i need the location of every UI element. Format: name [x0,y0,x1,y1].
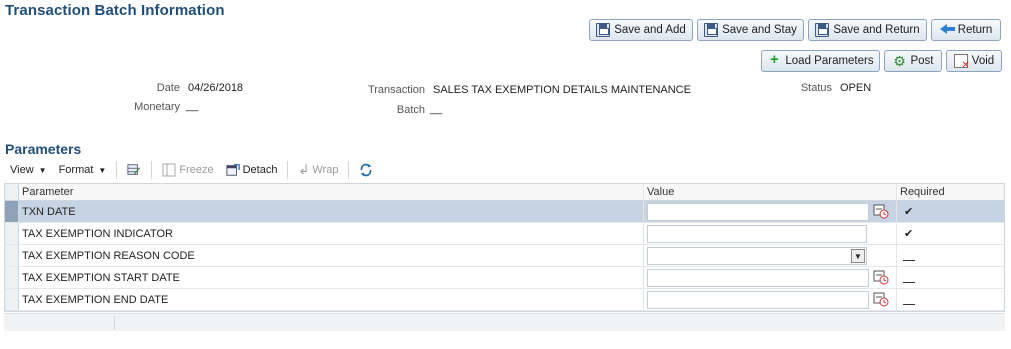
tax-exemption-start-date-input[interactable] [647,268,869,287]
return-arrow-icon [939,23,955,37]
required-check-icon: ✔ [904,206,914,218]
save-icon [596,23,611,37]
column-header-parameter[interactable]: Parameter [19,184,644,200]
table-row[interactable]: TAX EXEMPTION INDICATOR ✔ [5,223,1004,245]
row-selector[interactable] [5,223,19,244]
toolbar-divider [116,161,118,179]
row-selector[interactable] [5,201,19,222]
calendar-icon[interactable] [873,291,889,307]
freeze-icon [162,163,176,177]
chevron-down-icon[interactable]: ▼ [851,248,865,263]
parameters-grid: Parameter Value Required TXN DATE ✔ TAX … [4,183,1005,312]
page-title: Transaction Batch Information [5,2,225,19]
parameter-name: TAX EXEMPTION START DATE [19,267,644,288]
table-row[interactable]: TAX EXEMPTION END DATE [5,289,1004,311]
parameter-name: TAX EXEMPTION INDICATOR [19,223,644,244]
format-menu[interactable]: Format ▼ [53,160,113,180]
column-header-value[interactable]: Value [644,184,897,200]
calendar-icon[interactable] [873,203,889,219]
row-selector[interactable] [5,267,19,288]
void-button[interactable]: Void [946,50,1002,72]
save-and-stay-button[interactable]: Save and Stay [697,19,804,41]
date-label: Date [156,82,180,94]
tax-exemption-indicator-input[interactable] [647,224,867,243]
toolbar-divider [348,161,350,179]
save-and-add-button[interactable]: Save and Add [589,19,693,41]
freeze-button[interactable]: Freeze [156,160,219,180]
void-icon [953,54,970,71]
toolbar-divider [151,161,153,179]
save-icon [704,23,719,37]
row-selector[interactable] [5,245,19,266]
refresh-button[interactable] [353,160,379,180]
grid-footer [4,313,1005,331]
plus-icon: + [770,51,779,68]
load-parameters-button[interactable]: + Load Parameters [761,50,880,72]
not-required-dash [903,304,915,305]
table-row[interactable]: TXN DATE ✔ [5,201,1004,223]
monetary-label: Monetary [134,101,180,113]
batch-label: Batch [396,104,425,116]
caret-down-icon: ▼ [98,165,107,175]
detach-button[interactable]: Detach [220,160,284,180]
edit-grid-icon [127,164,141,175]
caret-down-icon: ▼ [38,165,47,175]
wrap-icon: ↲ [298,162,310,177]
status-label: Status [800,82,832,94]
parameters-title: Parameters [5,141,82,157]
monetary-value: __ [186,100,199,112]
grid-header: Parameter Value Required [5,184,1004,201]
refresh-icon [361,163,372,177]
transaction-label: Transaction [367,84,425,96]
required-check-icon: ✔ [904,228,914,240]
save-and-return-button[interactable]: Save and Return [808,19,927,41]
transaction-value: SALES TAX EXEMPTION DETAILS MAINTENANCE [433,84,691,96]
not-required-dash [903,282,915,283]
post-button[interactable]: ⚙ Post [884,50,942,72]
tax-exemption-end-date-input[interactable] [647,290,869,309]
batch-value: __ [430,103,443,115]
footer-divider [114,316,115,330]
table-row[interactable]: TAX EXEMPTION START DATE [5,267,1004,289]
view-menu[interactable]: View ▼ [4,160,53,180]
parameter-name: TXN DATE [19,201,644,222]
gear-icon: ⚙ [893,53,906,69]
wrap-button[interactable]: ↲ Wrap [292,160,344,180]
detach-icon [226,164,240,176]
date-value: 04/26/2018 [188,82,244,94]
parameter-name: TAX EXEMPTION END DATE [19,289,644,310]
save-icon [815,23,830,37]
txn-date-input[interactable] [647,202,869,221]
calendar-icon[interactable] [873,269,889,285]
not-required-dash [903,260,915,261]
toolbar-divider [287,161,289,179]
status-value: OPEN [840,82,872,94]
tax-exemption-reason-code-select[interactable]: ▼ [647,246,867,265]
return-button[interactable]: Return [931,19,1001,41]
edit-grid-button[interactable] [121,160,147,180]
table-row[interactable]: TAX EXEMPTION REASON CODE ▼ [5,245,1004,267]
row-selector[interactable] [5,289,19,310]
parameter-name: TAX EXEMPTION REASON CODE [19,245,644,266]
column-header-required[interactable]: Required [897,184,1004,200]
parameters-toolbar: View ▼ Format ▼ Freeze Detach ↲ Wrap [4,159,1005,181]
